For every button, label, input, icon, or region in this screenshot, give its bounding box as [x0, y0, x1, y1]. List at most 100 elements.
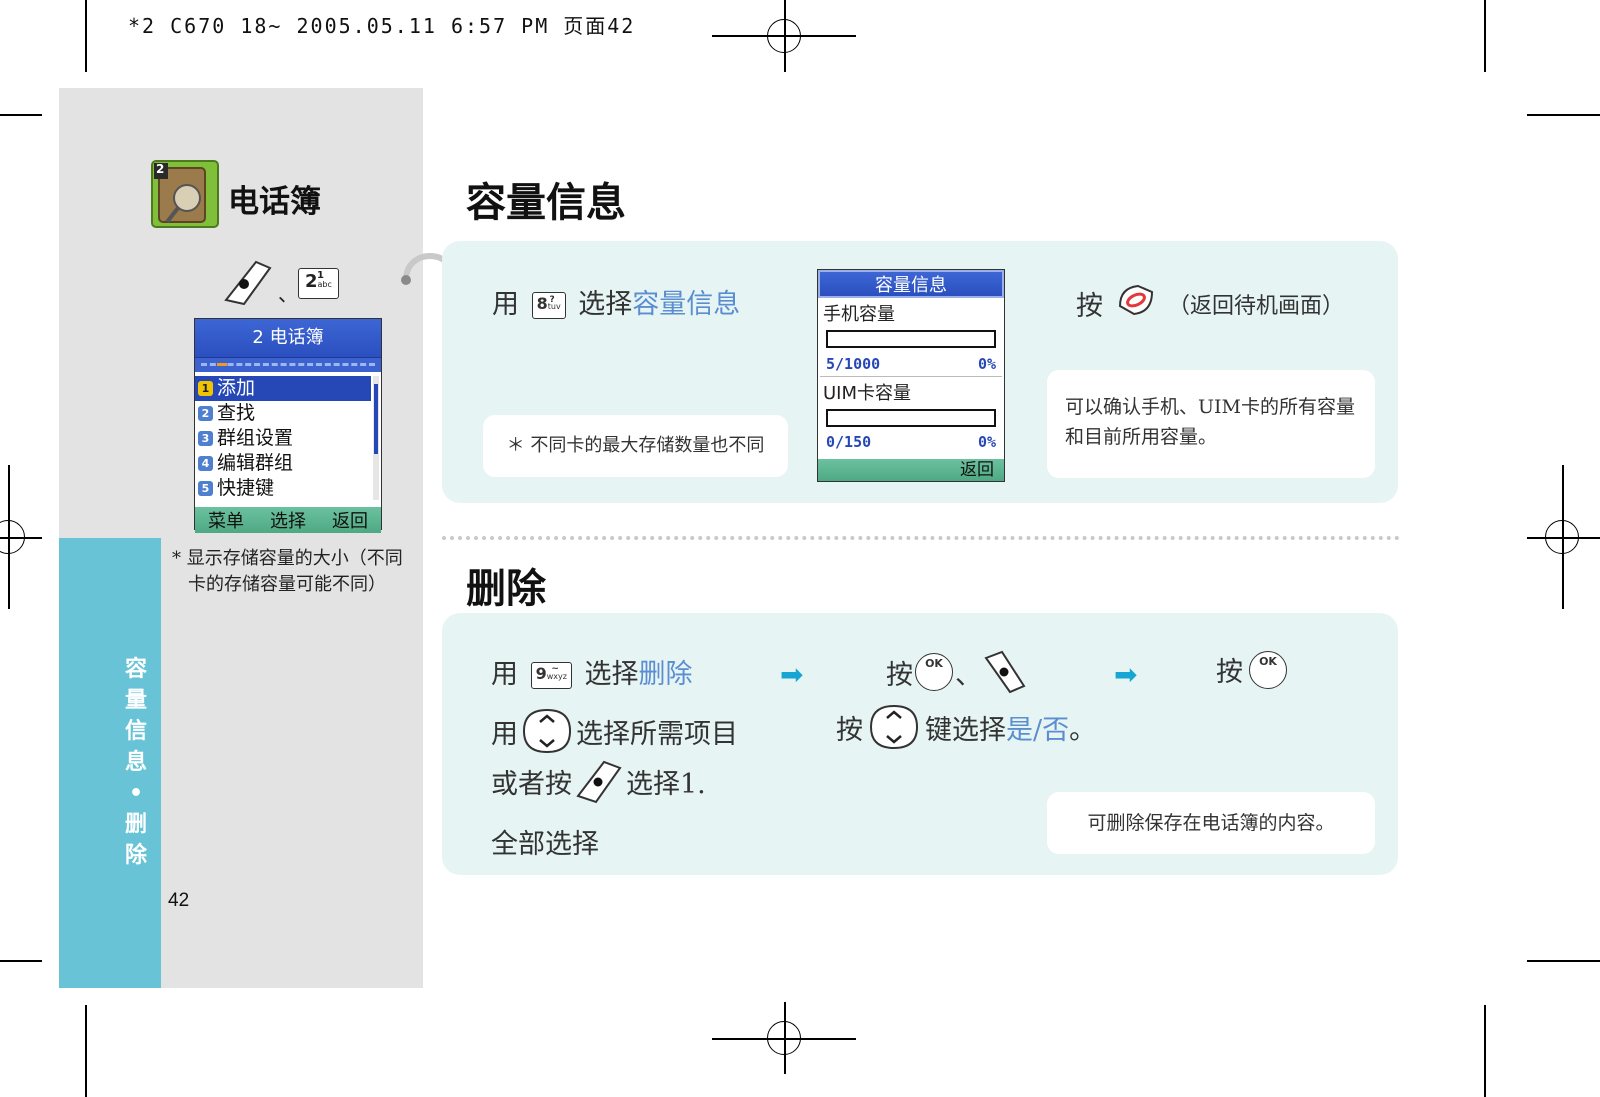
- crop-mark: [0, 114, 42, 116]
- right-press-label: 按: [1216, 657, 1243, 688]
- key-2-sup: 1: [316, 270, 324, 281]
- soft-key-select[interactable]: 选择: [270, 507, 306, 533]
- chapter-title: 电话簿: [228, 184, 321, 220]
- menu-label: 快捷键: [217, 477, 275, 499]
- uim-usage: 0/150: [826, 433, 872, 451]
- phonebook-menu-screen: 2 电话簿 1 添加 2 查找 3 群组设置 4 编辑群组 5 快捷键 菜单 选择 返回: [194, 318, 382, 533]
- menu-label: 查找: [217, 402, 256, 424]
- crop-mark: [1527, 114, 1600, 116]
- capacity-note-right: 可以确认手机、UIM卡的所有容量 和目前所用容量。: [1047, 370, 1375, 478]
- crop-mark: [1527, 960, 1600, 962]
- vtitle-char: 信: [124, 719, 147, 744]
- vtitle-char: 息: [124, 750, 147, 775]
- mid2-text: 键选择: [925, 714, 1006, 746]
- delete-mid-yes-no: 按 键选择 是/否。: [836, 704, 1096, 750]
- crop-mark: [85, 1005, 87, 1097]
- step1-target: 删除: [638, 659, 693, 690]
- capacity-step: 用 8tuv ? 选择容量信息: [492, 282, 740, 321]
- uim-capacity-bar: [826, 409, 996, 427]
- right-soft-key-icon: [984, 650, 1026, 694]
- scrollbar-thumb[interactable]: [374, 384, 378, 454]
- registration-circle: [767, 19, 801, 53]
- step-select: 选择: [578, 289, 633, 320]
- phonebook-icon: 2: [151, 160, 219, 228]
- ok-label: OK: [925, 657, 943, 670]
- menu-item-edit-group[interactable]: 4 编辑群组: [195, 451, 381, 476]
- capacity-soft-key-back[interactable]: 返回: [960, 460, 994, 480]
- delete-note-text: 可删除保存在电话簿的内容。: [1087, 812, 1335, 834]
- press-end-step: 按: [1076, 284, 1103, 323]
- menu-item-search[interactable]: 2 查找: [195, 401, 381, 426]
- delete-step-2: 用 选择所需项目: [491, 708, 738, 754]
- delete-right-press: 按 OK: [1216, 650, 1287, 689]
- note-line-1: 显示存储容量的大小（不同: [186, 548, 403, 569]
- section-title-capacity: 容量信息: [466, 180, 626, 226]
- delete-step-1: 用 9wxyz ~ 选择删除: [491, 652, 693, 691]
- vertical-section-title: 容 量 信 息 • 删 除: [116, 654, 156, 871]
- delete-mid-press: 按 OK 、: [886, 650, 1028, 694]
- key-2-icon: 2abc 1: [298, 268, 339, 299]
- note-right-line-2: 和目前所用容量。: [1065, 426, 1218, 448]
- phone-screen-title: 2 电话簿: [195, 319, 381, 358]
- step1-select: 选择: [584, 659, 639, 690]
- end-call-key-icon: [1116, 282, 1156, 322]
- print-header: *2 C670 18~ 2005.05.11 6:57 PM 页面42: [128, 14, 636, 38]
- mid-press-label: 按: [886, 659, 913, 691]
- step1-use: 用: [491, 659, 518, 690]
- phone-capacity-label: 手机容量: [823, 304, 895, 325]
- menu-label: 群组设置: [217, 427, 294, 449]
- step3-post: 选择1.: [626, 768, 706, 800]
- vtitle-char: 删: [124, 812, 147, 837]
- vtitle-char: •: [128, 781, 144, 806]
- menu-list: 1 添加 2 查找 3 群组设置 4 编辑群组 5 快捷键: [195, 372, 381, 507]
- uim-capacity-label: UIM卡容量: [823, 383, 912, 404]
- scrollbar[interactable]: [373, 376, 379, 500]
- vtitle-char: 容: [124, 657, 147, 682]
- note-line-2: 卡的存储容量可能不同）: [188, 574, 386, 595]
- soft-key-menu[interactable]: 菜单: [208, 507, 244, 533]
- delete-step-3: 或者按 选择1.: [491, 758, 706, 804]
- soft-key-back[interactable]: 返回: [332, 507, 368, 533]
- menu-num: 1: [198, 381, 213, 396]
- vtitle-char: 量: [124, 688, 147, 713]
- menu-item-group-settings[interactable]: 3 群组设置: [195, 426, 381, 451]
- uim-pct: 0%: [977, 433, 996, 451]
- key-8-num: 8: [536, 294, 548, 313]
- menu-label: 编辑群组: [217, 452, 294, 474]
- registration-circle: [767, 1021, 801, 1055]
- key-separator: 、: [278, 282, 298, 306]
- note-star: *: [172, 548, 181, 569]
- arrow-right-icon: ➡: [1114, 658, 1138, 691]
- nav-up-down-key-icon: [522, 708, 572, 754]
- delete-step-4: 全部选择: [491, 829, 599, 860]
- sidebar-note: * 显示存储容量的大小（不同 卡的存储容量可能不同）: [172, 546, 403, 598]
- menu-item-speed-dial[interactable]: 5 快捷键: [195, 476, 381, 501]
- note-right-line-1: 可以确认手机、UIM卡的所有容量: [1065, 396, 1355, 418]
- capacity-screen-title-text: 容量信息: [875, 275, 947, 296]
- mid2-press-label: 按: [836, 714, 863, 746]
- crop-mark: [1484, 0, 1486, 72]
- section-divider: [442, 536, 1400, 540]
- page-number: 42: [168, 890, 190, 911]
- phone-pct: 0%: [977, 355, 996, 373]
- nav-left-soft-key-icon: [220, 256, 276, 312]
- step2-use: 用: [491, 718, 518, 750]
- menu-item-add[interactable]: 1 添加: [195, 376, 371, 401]
- vtitle-char: 除: [124, 843, 147, 868]
- ok-label: OK: [1259, 654, 1277, 668]
- chapter-badge: 2: [156, 162, 165, 176]
- mid2-end: 。: [1069, 714, 1097, 746]
- key-8-sup: ?: [549, 295, 555, 305]
- registration-circle: [0, 520, 25, 554]
- registration-circle: [1545, 520, 1579, 554]
- delete-note-right: 可删除保存在电话簿的内容。: [1047, 792, 1375, 854]
- key-9-num: 9: [535, 664, 547, 683]
- step-target: 容量信息: [632, 289, 741, 320]
- capacity-note-left: ＊ 不同卡的最大存储数量也不同: [483, 415, 788, 477]
- key-9-sup: ~: [551, 664, 559, 674]
- crop-mark: [1484, 1005, 1486, 1097]
- ok-key-icon: OK: [915, 653, 953, 691]
- menu-label: 添加: [217, 377, 256, 399]
- section-title-delete: 删除: [466, 566, 546, 612]
- mid2-target: 是/否: [1006, 714, 1070, 746]
